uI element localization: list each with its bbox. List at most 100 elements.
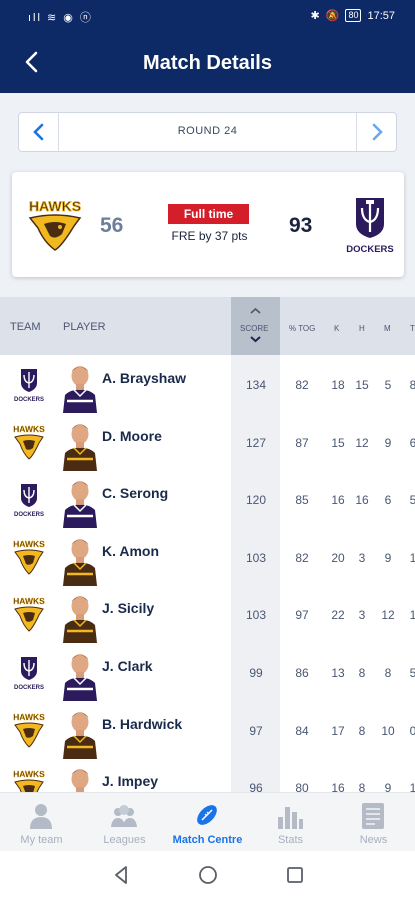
stat-h: 12 [355, 435, 369, 450]
next-round-button[interactable] [356, 113, 396, 151]
player-name[interactable]: B. Hardwick [102, 716, 182, 732]
system-recents-button[interactable] [287, 867, 303, 883]
header-k[interactable]: K [334, 324, 339, 333]
previous-round-button[interactable] [19, 113, 59, 151]
player-name[interactable]: J. Sicily [102, 600, 154, 616]
stat-score: 96 [249, 781, 263, 792]
stat-h: 8 [358, 666, 366, 680]
stat-t: 0 [409, 723, 415, 738]
player-name[interactable]: C. Serong [102, 485, 168, 501]
hawks-wordmark: HAWKS [29, 198, 81, 214]
dockers-logo: DOCKERS [10, 365, 48, 403]
player-row[interactable]: HAWKS J. Impey 96 80 16 8 9 1 [0, 758, 415, 792]
match-margin: FRE by 37 pts [171, 229, 248, 243]
player-row[interactable]: HAWKS B. Hardwick 97 84 17 8 10 0 [0, 700, 415, 759]
dockers-logo: DOCKERS [10, 480, 48, 518]
stat-tog: 82 [295, 550, 309, 565]
stat-score: 127 [245, 435, 267, 450]
player-row[interactable]: DOCKERS J. Clark 99 86 13 8 8 5 [0, 643, 415, 701]
stats-table-header: TEAM PLAYER SCORE % TOG K H M T [0, 297, 415, 355]
stat-score: 99 [249, 666, 263, 680]
nav-news[interactable]: News [332, 793, 415, 852]
header-score[interactable]: SCORE [240, 324, 268, 333]
header-team: TEAM [10, 321, 41, 333]
hawks-logo: HAWKS [10, 595, 48, 633]
stat-t: 5 [409, 493, 415, 508]
player-avatar [59, 474, 101, 529]
mute-icon: 🔕 [325, 10, 340, 22]
stat-tog: 80 [295, 781, 309, 792]
player-row[interactable]: HAWKS K. Amon 103 82 20 3 9 1 [0, 527, 415, 586]
stat-t: 1 [409, 781, 415, 792]
stat-k: 13 [331, 666, 345, 680]
system-home-button[interactable] [199, 866, 217, 884]
stat-tog: 84 [295, 723, 309, 738]
status-bar: ıll ≋ ◉ ⓝ ✱ 🔕 80 17:57 [0, 0, 415, 32]
stat-m: 6 [384, 493, 392, 508]
svg-text:HAWKS: HAWKS [13, 539, 45, 549]
nav-label: Match Centre [172, 834, 243, 846]
player-name[interactable]: K. Amon [102, 543, 159, 559]
header-tog[interactable]: % TOG [289, 324, 315, 333]
player-name[interactable]: D. Moore [102, 428, 162, 444]
stat-score: 120 [245, 493, 267, 508]
bar-chart-icon [278, 807, 303, 829]
match-score-card[interactable]: HAWKS 56 Full time FRE by 37 pts 93 DOCK… [12, 172, 404, 277]
svg-text:DOCKERS: DOCKERS [14, 685, 44, 691]
nav-match-centre[interactable]: Match Centre [166, 793, 249, 852]
header-t[interactable]: T [410, 324, 415, 333]
stat-k: 20 [331, 550, 345, 565]
clock: 17:57 [367, 9, 395, 22]
hawks-logo: HAWKS [10, 768, 48, 792]
svg-text:HAWKS: HAWKS [13, 424, 45, 434]
nav-my-team[interactable]: My team [0, 793, 83, 852]
header-m[interactable]: M [384, 324, 391, 333]
nav-stats[interactable]: Stats [249, 793, 332, 852]
header-h[interactable]: H [359, 324, 365, 333]
chevron-left-icon [32, 123, 43, 141]
hawks-logo: HAWKS [10, 423, 48, 461]
match-status-badge: Full time [168, 204, 249, 224]
stat-m: 8 [384, 666, 392, 680]
stat-m: 12 [381, 608, 395, 623]
stat-tog: 87 [295, 435, 309, 450]
player-avatar [59, 359, 101, 413]
stat-k: 16 [331, 493, 345, 508]
svg-text:HAWKS: HAWKS [13, 769, 45, 779]
hawks-logo: HAWKS [10, 538, 48, 576]
stat-m: 10 [381, 723, 395, 738]
player-row[interactable]: HAWKS J. Sicily 103 97 22 3 12 1 [0, 585, 415, 644]
signal-indicators: ıll ≋ ◉ ⓝ [28, 12, 93, 24]
player-avatar [59, 647, 101, 701]
round-label: ROUND 24 [177, 125, 238, 137]
stat-tog: 97 [295, 608, 309, 623]
nav-label: Leagues [103, 834, 146, 846]
stat-m: 5 [384, 378, 392, 392]
nav-leagues[interactable]: Leagues [83, 793, 166, 852]
system-back-button[interactable] [115, 866, 127, 884]
player-name[interactable]: A. Brayshaw [102, 370, 186, 386]
newspaper-icon [362, 803, 384, 829]
system-navigation-bar [0, 851, 415, 900]
group-icon [111, 805, 137, 827]
page-title: Match Details [143, 52, 272, 74]
dockers-logo: DOCKERS [10, 653, 48, 691]
player-row[interactable]: DOCKERS C. Serong 120 85 16 16 6 5 [0, 470, 415, 529]
player-row[interactable]: DOCKERS A. Brayshaw 134 82 18 15 5 8 [0, 355, 415, 413]
football-icon [197, 805, 217, 825]
player-name[interactable]: J. Clark [102, 658, 153, 674]
person-icon [30, 804, 52, 829]
nav-label: My team [20, 834, 63, 846]
player-name[interactable]: J. Impey [102, 773, 158, 789]
svg-text:DOCKERS: DOCKERS [14, 397, 44, 403]
stat-score: 103 [245, 608, 267, 623]
bottom-navigation: My team Leagues Match Centre Stats News [0, 792, 415, 851]
hawks-logo: HAWKS [10, 711, 48, 749]
stat-t: 8 [409, 378, 415, 392]
stat-h: 15 [355, 378, 369, 392]
chevron-right-icon [372, 123, 383, 141]
player-row[interactable]: HAWKS D. Moore 127 87 15 12 9 6 [0, 412, 415, 471]
round-selector: ROUND 24 [18, 112, 397, 152]
hawks-logo: HAWKS [22, 196, 88, 252]
player-avatar [59, 417, 101, 471]
